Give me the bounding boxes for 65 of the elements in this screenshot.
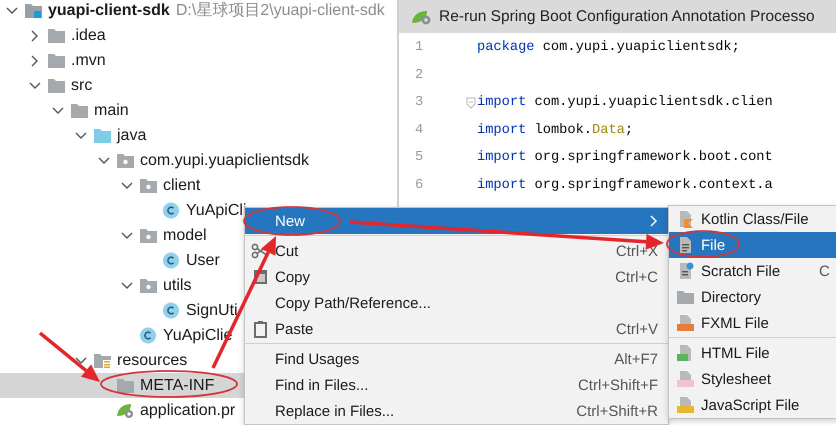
package-icon [139,177,158,194]
menu-item[interactable]: New [245,208,668,234]
class-icon [162,302,181,319]
code-text: import org.springframework.context.a [477,178,773,193]
folder-icon [116,377,135,394]
code-text: import com.yupi.yuapiclientsdk.clien [477,95,773,110]
spring-leaf-icon [116,402,135,419]
shortcut-text: Ctrl+C [615,268,658,286]
code-text: import lombok.Data; [477,122,634,138]
package-icon [139,277,158,294]
menu-item[interactable]: Copy Path/Reference... [245,290,668,316]
module-icon [24,2,43,19]
menu-item[interactable]: Paste Ctrl+V [245,316,668,342]
menu-item[interactable]: Cut Ctrl+X [245,238,668,264]
tree-row[interactable]: .idea [0,23,397,48]
resources-folder-icon [93,352,112,369]
shortcut-text: Ctrl+Shift+F [578,376,658,394]
menu-item[interactable]: HTML File [669,340,836,366]
menu-item[interactable]: JavaScript File [669,392,836,418]
code-text: package com.yupi.yuapiclientsdk; [477,40,740,56]
tree-row[interactable]: java [0,123,397,148]
class-icon [162,202,181,219]
folder-icon [676,288,694,306]
line-number: 6 [414,178,424,193]
menu-item[interactable]: Replace in Files... Ctrl+Shift+R [245,398,668,424]
folder-icon [47,52,66,69]
menu-item[interactable]: Copy Ctrl+C [245,264,668,290]
shortcut-text: C [819,262,830,280]
folder-icon [47,27,66,44]
line-number: 3 [414,95,424,110]
folder-icon [47,77,66,94]
fxml-file-icon [676,314,694,332]
shortcut-text: Ctrl+X [616,242,658,260]
menu-item[interactable]: Find Usages Alt+F7 [245,346,668,372]
js-file-icon [676,396,694,414]
line-number: 5 [414,150,424,166]
tree-row[interactable]: client [0,173,397,198]
class-icon [139,327,158,344]
tree-row[interactable]: main [0,98,397,123]
notification-banner: Re-run Spring Boot Configuration Annotation Processo [399,0,836,33]
menu-item[interactable]: Stylesheet [669,366,836,392]
tree-row[interactable]: yuapi-client-sdk D:\星球项目2\yuapi-client-sdk [0,0,397,23]
menu-item[interactable]: File [669,232,836,258]
folder-icon [93,127,112,144]
folder-icon [70,102,89,119]
line-number: 4 [414,122,424,138]
line-number: 1 [414,40,424,56]
menu-item[interactable]: Kotlin Class/File [669,206,836,232]
project-path: D:\星球项目2\yuapi-client-sdk [176,0,385,21]
shortcut-text: Alt+F7 [614,350,658,368]
shortcut-text: Ctrl+Shift+R [576,402,658,420]
package-icon [116,152,135,169]
code-text: import org.springframework.boot.cont [477,150,773,166]
package-icon [139,227,158,244]
tree-row[interactable]: com.yupi.yuapiclientsdk [0,148,397,173]
annotation-arrow [38,332,100,382]
menu-item[interactable]: Scratch File C [669,258,836,284]
line-number: 2 [414,68,424,83]
class-icon [162,252,181,269]
tree-row[interactable]: src [0,73,397,98]
shortcut-text: Ctrl+V [616,320,658,338]
menu-item[interactable]: Directory [669,284,836,310]
menu-item[interactable]: FXML File [669,310,836,336]
tree-row[interactable]: .mvn [0,48,397,73]
css-file-icon [676,370,694,388]
